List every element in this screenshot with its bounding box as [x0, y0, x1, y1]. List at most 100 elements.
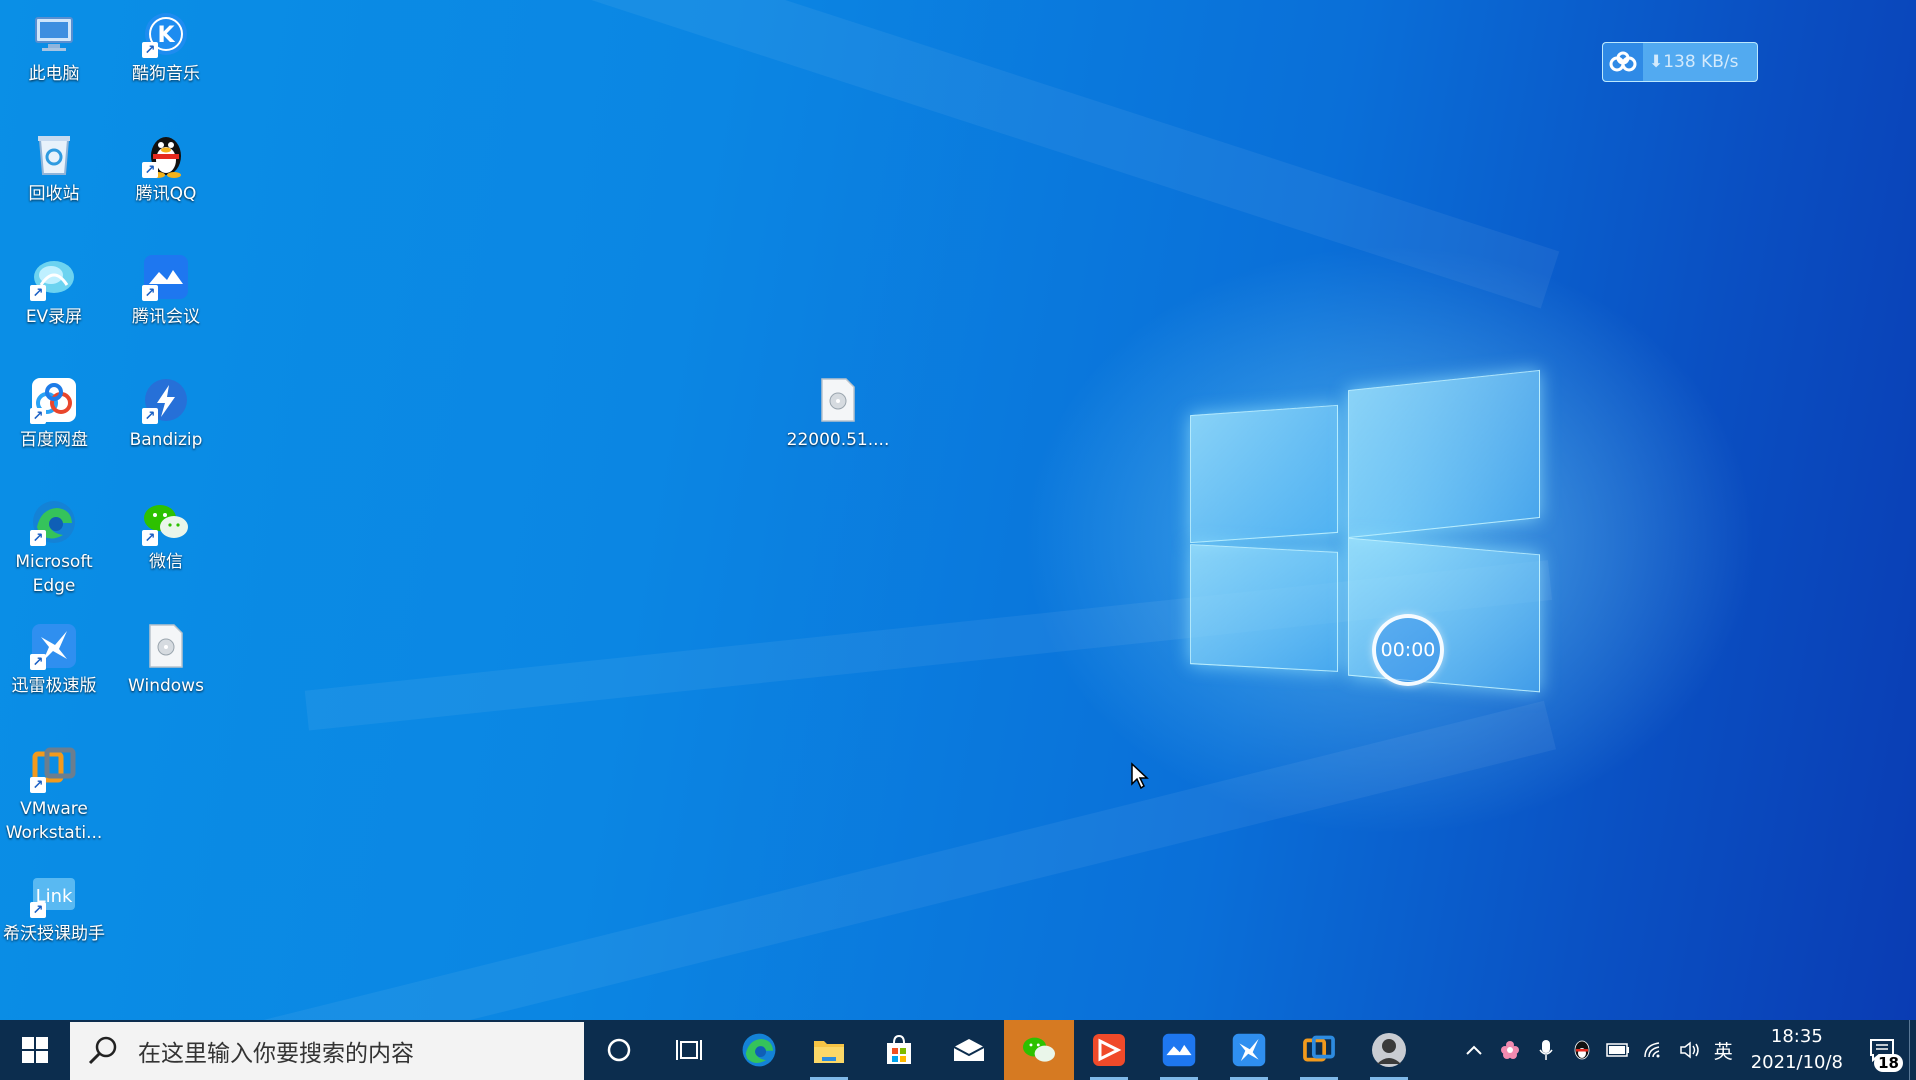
recording-timer[interactable]: 00:00: [1372, 614, 1444, 686]
bandizip-icon: ↗: [142, 376, 190, 424]
edge-icon: ↗: [30, 498, 78, 546]
icon-label: 百度网盘: [20, 430, 88, 450]
svg-text:K: K: [157, 23, 175, 48]
shortcut-arrow-icon: ↗: [30, 285, 46, 301]
icon-label: 腾讯QQ: [135, 184, 197, 204]
vmware-icon: [1303, 1035, 1335, 1062]
xiwo-link-icon: Link ↗: [30, 870, 78, 918]
icon-label: Bandizip: [129, 430, 203, 450]
qq-tray-icon[interactable]: [1564, 1020, 1600, 1080]
folder-icon: [814, 1041, 844, 1063]
taskbar-edge[interactable]: [724, 1020, 794, 1080]
shortcut-arrow-icon: ↗: [142, 162, 158, 178]
wechat-icon: ↗: [142, 498, 190, 546]
flower-app-icon[interactable]: [1492, 1020, 1528, 1080]
desktop-icon-ev-recorder[interactable]: ↗ EV录屏: [2, 253, 106, 329]
shortcut-arrow-icon: ↗: [142, 285, 158, 301]
desktop-icon-baidu-netdisk[interactable]: ↗ 百度网盘: [2, 376, 106, 452]
shortcut-arrow-icon: ↗: [142, 42, 158, 58]
vmware-icon: ↗: [30, 745, 78, 793]
shortcut-arrow-icon: ↗: [30, 777, 46, 793]
desktop-icon-iso-file[interactable]: 22000.51....: [786, 376, 890, 452]
microphone-icon[interactable]: [1528, 1020, 1564, 1080]
desktop-icon-this-pc[interactable]: 此电脑: [2, 10, 106, 86]
clock-date: 2021/10/8: [1750, 1052, 1843, 1073]
desktop-icon-vmware[interactable]: ↗ VMware Workstati...: [2, 745, 106, 845]
shortcut-arrow-icon: ↗: [30, 408, 46, 424]
ev-recorder-icon: ↗: [30, 253, 78, 301]
screen-recorder-icon: [1093, 1034, 1125, 1066]
desktop-background: 此电脑 回收站 ↗ EV录屏 ↗ 百度网盘 ↗ Microsoft Edge ↗: [0, 0, 1916, 1020]
computer-icon: [30, 10, 78, 58]
icon-label: EV录屏: [25, 307, 83, 327]
recycle-bin-icon: [30, 130, 78, 178]
icon-label: 微信: [149, 552, 183, 572]
icon-label: VMware Workstati...: [5, 799, 103, 843]
show-hidden-icons-chevron-icon[interactable]: [1456, 1020, 1492, 1080]
icon-label: 回收站: [28, 184, 80, 204]
task-view-icon: [676, 1040, 702, 1060]
avatar: [1372, 1033, 1406, 1067]
icon-label: 希沃授课助手: [3, 924, 105, 944]
taskbar: 在这里输入你要搜索的内容 英 18:35 2021/10/8 18: [0, 1020, 1916, 1080]
icon-label: Windows: [128, 676, 204, 696]
light-beam: [234, 700, 1557, 1020]
taskbar-wechat[interactable]: [1004, 1020, 1074, 1080]
taskbar-ev-screen-recorder[interactable]: [1074, 1020, 1144, 1080]
input-method-indicator[interactable]: 英: [1708, 1037, 1739, 1064]
desktop-icon-recycle-bin[interactable]: 回收站: [2, 130, 106, 206]
search-placeholder: 在这里输入你要搜索的内容: [138, 1041, 414, 1067]
disc-image-file-icon: [142, 622, 190, 670]
shortcut-arrow-icon: ↗: [142, 408, 158, 424]
desktop-icon-xunlei[interactable]: ↗ 迅雷极速版: [2, 622, 106, 698]
wechat-icon: [1023, 1037, 1055, 1062]
taskbar-xunlei[interactable]: [1214, 1020, 1284, 1080]
desktop-icon-edge[interactable]: ↗ Microsoft Edge: [2, 498, 106, 598]
clock-time: 18:35: [1770, 1026, 1823, 1047]
shortcut-arrow-icon: ↗: [30, 530, 46, 546]
taskbar-microsoft-store[interactable]: [864, 1020, 934, 1080]
search-icon: [88, 1036, 117, 1065]
tencent-meeting-icon: [1162, 1033, 1196, 1067]
task-view-button[interactable]: [654, 1020, 724, 1080]
kugou-icon: K ↗: [142, 10, 190, 58]
desktop-icon-qq[interactable]: ↗ 腾讯QQ: [114, 130, 218, 206]
taskbar-tencent-meeting[interactable]: [1144, 1020, 1214, 1080]
show-desktop-button[interactable]: [1909, 1020, 1916, 1080]
edge-icon: [742, 1033, 776, 1067]
desktop-icon-windows-file[interactable]: Windows: [114, 622, 218, 698]
cortana-button[interactable]: [584, 1020, 654, 1080]
taskbar-vmware[interactable]: [1284, 1020, 1354, 1080]
icon-label: 酷狗音乐: [132, 64, 200, 84]
taskbar-user-app[interactable]: [1354, 1020, 1424, 1080]
start-button[interactable]: [0, 1020, 70, 1080]
icon-label: Microsoft Edge: [15, 552, 93, 596]
taskbar-file-explorer[interactable]: [794, 1020, 864, 1080]
taskbar-mail[interactable]: [934, 1020, 1004, 1080]
baidu-netdisk-icon: ↗: [30, 376, 78, 424]
icon-label: 腾讯会议: [132, 307, 200, 327]
desktop-icon-bandizip[interactable]: ↗ Bandizip: [114, 376, 218, 452]
icon-label: 22000.51....: [786, 430, 890, 450]
shortcut-arrow-icon: ↗: [30, 902, 46, 918]
desktop-icon-xiwo[interactable]: Link ↗ 希沃授课助手: [2, 870, 106, 946]
download-speed-text: ⬇138 KB/s: [1649, 52, 1739, 72]
volume-icon[interactable]: [1672, 1020, 1708, 1080]
xunlei-bird-icon: [1232, 1033, 1266, 1067]
desktop-icon-wechat[interactable]: ↗ 微信: [114, 498, 218, 574]
disc-image-file-icon: [814, 376, 862, 424]
cortana-circle-icon: [607, 1038, 631, 1062]
action-center-button[interactable]: 18: [1855, 1020, 1909, 1080]
tencent-meeting-icon: ↗: [142, 253, 190, 301]
windows-logo-wallpaper: [1190, 369, 1540, 700]
system-tray: 英 18:35 2021/10/8 18: [1456, 1020, 1916, 1080]
baidu-netdisk-speed-widget[interactable]: ⬇138 KB/s: [1602, 42, 1758, 82]
qq-penguin-icon: ↗: [142, 130, 190, 178]
taskbar-search-box[interactable]: 在这里输入你要搜索的内容: [70, 1022, 584, 1080]
desktop-icon-kugou[interactable]: K ↗ 酷狗音乐: [114, 10, 218, 86]
battery-icon[interactable]: [1600, 1020, 1636, 1080]
clock[interactable]: 18:35 2021/10/8: [1739, 1024, 1855, 1076]
wifi-icon[interactable]: [1636, 1020, 1672, 1080]
desktop-icon-tencent-meeting[interactable]: ↗ 腾讯会议: [114, 253, 218, 329]
xunlei-bird-icon: ↗: [30, 622, 78, 670]
